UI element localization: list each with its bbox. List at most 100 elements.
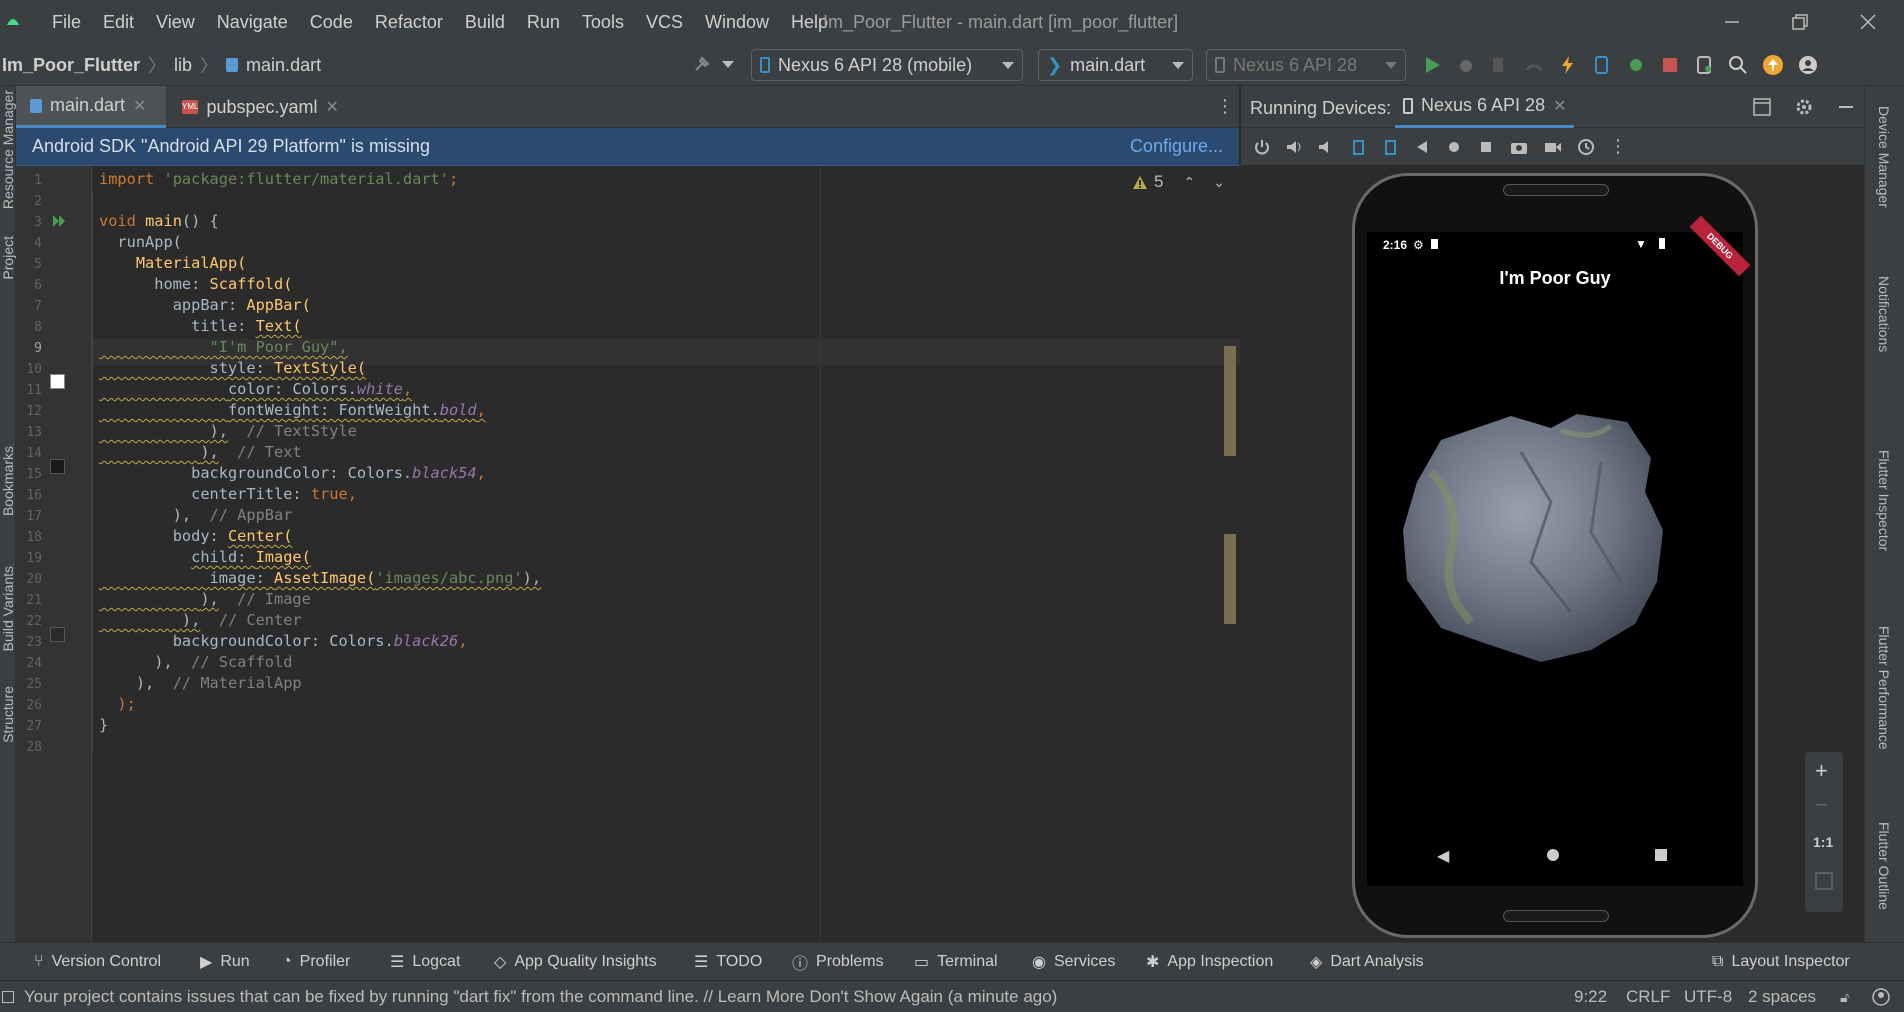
rotate-right-icon[interactable] [1381,138,1399,156]
nav-back-icon[interactable]: ◀ [1437,846,1449,866]
run-gutter-icon[interactable] [52,214,66,228]
color-swatch-black26[interactable] [50,627,65,642]
color-swatch-white[interactable] [50,374,65,389]
resource-manager-tab[interactable]: Resource Manager [0,90,16,209]
tool-app-quality-insights[interactable]: ◇ App Quality Insights [494,943,657,981]
menu-vcs[interactable]: VCS [646,12,683,33]
line-separator[interactable]: CRLF [1626,981,1670,1012]
restore-button[interactable] [1790,12,1810,37]
inspection-widget[interactable]: 5 ⌃ ⌄ [1132,172,1225,192]
more-options-icon[interactable]: ⋮ [1609,136,1627,157]
warning-marker[interactable] [1224,346,1236,456]
bookmarks-tab[interactable]: Bookmarks [0,446,16,516]
hammer-dropdown[interactable] [692,54,734,74]
hide-panel-icon[interactable] [1837,98,1855,116]
nav-home-icon[interactable] [1547,849,1559,861]
build-variants-tab[interactable]: Build Variants [0,566,16,651]
close-tab-icon[interactable]: ✕ [326,97,339,117]
menu-run[interactable]: Run [527,12,560,33]
debug-icon[interactable] [1456,55,1476,75]
menu-tools[interactable]: Tools [582,12,624,33]
fit-screen-icon[interactable] [1815,872,1833,890]
menu-file[interactable]: File [52,12,81,33]
flutter-outline-tab[interactable]: Flutter Outline [1876,822,1892,910]
device-screen[interactable]: 2:16 ⚙ ▼ I'm Poor Guy DEBUG ◀ [1367,215,1751,886]
close-tab-icon[interactable]: ✕ [133,96,146,116]
lock-icon[interactable]: 🔓︎ [1840,981,1849,1012]
flutter-performance-tab[interactable]: Flutter Performance [1876,626,1892,750]
error-stripe[interactable] [1224,206,1236,930]
search-icon[interactable] [1728,55,1748,75]
breadcrumb-lib[interactable]: lib [174,55,192,76]
run-icon[interactable] [1422,55,1442,75]
coverage-icon[interactable] [1490,55,1510,75]
tool-layout-inspector[interactable]: ⧉ Layout Inspector [1712,943,1850,981]
rotate-left-icon[interactable] [1349,138,1367,156]
tab-pubspec-yaml[interactable]: YML pubspec.yaml ✕ [168,86,348,128]
tool-services[interactable]: ◉ Services [1032,943,1115,981]
menu-window[interactable]: Window [705,12,769,33]
device-manager-icon[interactable] [1694,55,1714,75]
volume-down-icon[interactable] [1317,138,1335,156]
attach-debugger-icon[interactable] [1626,55,1646,75]
tool-logcat[interactable]: ☰ Logcat [390,943,460,981]
color-swatch-black54[interactable] [50,459,65,474]
menu-code[interactable]: Code [310,12,353,33]
target-device-selector[interactable]: Nexus 6 API 28 [1206,49,1406,81]
overview-icon[interactable] [1477,138,1495,156]
menu-edit[interactable]: Edit [103,12,134,33]
tool-terminal[interactable]: ▭ Terminal [914,943,998,981]
menu-view[interactable]: View [156,12,195,33]
status-message[interactable]: Your project contains issues that can be… [2,981,1122,1012]
warning-marker[interactable] [1224,534,1236,624]
device-manager-tab[interactable]: Device Manager [1876,106,1892,208]
gear-icon[interactable] [1795,98,1813,116]
flutter-inspector-tab[interactable]: Flutter Inspector [1876,450,1892,551]
camera-icon[interactable] [1509,138,1529,156]
tab-device-nexus6[interactable]: Nexus 6 API 28 ✕ [1395,86,1575,128]
tool-profiler[interactable]: ◔ Profiler [282,943,350,981]
zoom-reset-button[interactable]: 1:1 [1813,834,1833,850]
caret-position[interactable]: 9:22 [1574,981,1607,1012]
back-icon[interactable] [1413,138,1431,156]
menu-navigate[interactable]: Navigate [217,12,288,33]
zoom-out-button[interactable]: − [1815,792,1828,818]
tab-main-dart[interactable]: main.dart ✕ [16,86,166,128]
chevron-down-icon[interactable]: ⌄ [1213,174,1225,191]
chevron-up-icon[interactable]: ⌃ [1183,174,1195,191]
tool-todo[interactable]: ☰ TODO [694,943,762,981]
breadcrumb-project[interactable]: Im_Poor_Flutter [2,55,140,76]
project-tab[interactable]: Project [0,236,16,280]
device-selector[interactable]: Nexus 6 API 28 (mobile) [751,49,1023,81]
nav-overview-icon[interactable] [1655,849,1667,861]
tool-version-control[interactable]: ⑂ Version Control [34,943,161,981]
power-icon[interactable] [1253,138,1271,156]
home-icon[interactable] [1445,138,1463,156]
breadcrumb-file[interactable]: main.dart [246,55,321,76]
account-status-icon[interactable] [1872,981,1890,1012]
apply-changes-icon[interactable] [1592,55,1612,75]
tool-app-inspection[interactable]: ✱ App Inspection [1146,943,1273,981]
close-tab-icon[interactable]: ✕ [1553,96,1566,116]
update-icon[interactable] [1762,54,1784,76]
close-window-button[interactable] [1858,12,1878,37]
tool-dart-analysis[interactable]: ◈ Dart Analysis [1310,943,1424,981]
menu-build[interactable]: Build [465,12,505,33]
run-config-selector[interactable]: ❯ main.dart [1038,49,1193,81]
stop-icon[interactable] [1660,55,1680,75]
notifications-tab[interactable]: Notifications [1876,276,1892,352]
file-encoding[interactable]: UTF-8 [1684,981,1732,1012]
hot-reload-icon[interactable] [1558,55,1578,75]
window-layout-icon[interactable] [1753,98,1771,116]
volume-up-icon[interactable] [1285,138,1303,156]
zoom-in-button[interactable]: + [1815,758,1828,784]
indent-setting[interactable]: 2 spaces [1748,981,1816,1012]
more-options-icon[interactable]: ⋮ [1216,96,1234,117]
history-icon[interactable] [1577,138,1595,156]
tool-problems[interactable]: ⓘ Problems [792,943,884,981]
minimize-button[interactable] [1722,12,1742,37]
menu-refactor[interactable]: Refactor [375,12,443,33]
code-editor[interactable]: import 'package:flutter/material.dart'; … [92,166,1240,942]
record-icon[interactable] [1543,138,1563,156]
profile-icon[interactable] [1524,55,1544,75]
